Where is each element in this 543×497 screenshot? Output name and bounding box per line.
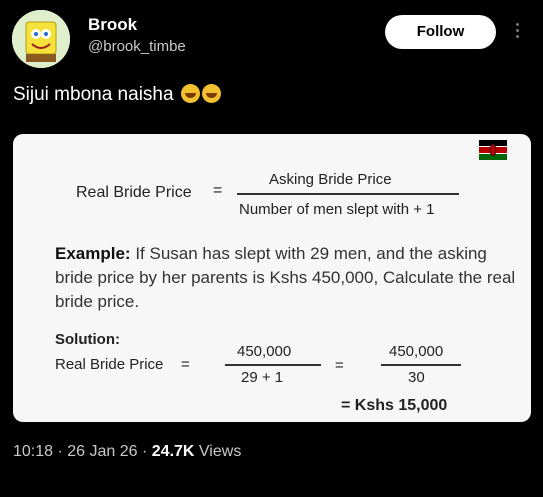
grinning-sweat-emoji-icon bbox=[180, 84, 200, 103]
author-handle[interactable]: @brook_timbe bbox=[88, 38, 186, 55]
solution-equals: = bbox=[181, 356, 190, 373]
fraction2-numerator: 450,000 bbox=[389, 343, 444, 360]
final-answer: = Kshs 15,000 bbox=[341, 397, 448, 414]
fraction-bar bbox=[225, 364, 321, 366]
author-name[interactable]: Brook bbox=[88, 15, 137, 35]
tweet-meta: 10:18 · 26 Jan 26 · 24.7K Views bbox=[13, 443, 242, 460]
avatar[interactable] bbox=[12, 10, 70, 68]
formula-numerator: Asking Bride Price bbox=[269, 171, 392, 188]
fraction2-denominator: 30 bbox=[408, 369, 425, 386]
tweet-image[interactable]: Real Bride Price = Asking Bride Price Nu… bbox=[13, 134, 531, 422]
fraction1-denominator: 29 + 1 bbox=[241, 369, 284, 386]
kenya-flag-icon bbox=[479, 140, 507, 160]
fraction-bar bbox=[381, 364, 461, 366]
solution-label: Solution: bbox=[55, 331, 120, 348]
tweet-text: Sijui mbona naisha bbox=[13, 84, 221, 106]
views-count[interactable]: 24.7K bbox=[152, 443, 195, 460]
tweet-time[interactable]: 10:18 bbox=[13, 443, 53, 460]
tweet-text-body: Sijui mbona naisha bbox=[13, 84, 174, 105]
more-options-icon[interactable] bbox=[512, 20, 522, 44]
tweet-date[interactable]: 26 Jan 26 bbox=[67, 443, 137, 460]
example-label: Example: bbox=[55, 244, 131, 263]
formula-denominator: Number of men slept with + 1 bbox=[239, 201, 435, 218]
follow-button[interactable]: Follow bbox=[385, 15, 496, 49]
fraction1-numerator: 450,000 bbox=[237, 343, 292, 360]
formula-equals: = bbox=[213, 182, 223, 199]
solution-lhs: Real Bride Price bbox=[55, 356, 164, 373]
fraction-bar bbox=[237, 193, 459, 195]
solution-equals: = bbox=[335, 357, 344, 374]
example-text: Example: If Susan has slept with 29 men,… bbox=[55, 242, 525, 314]
formula-label: Real Bride Price bbox=[76, 184, 192, 201]
grinning-sweat-emoji-icon bbox=[201, 84, 221, 103]
views-label: Views bbox=[198, 443, 242, 460]
